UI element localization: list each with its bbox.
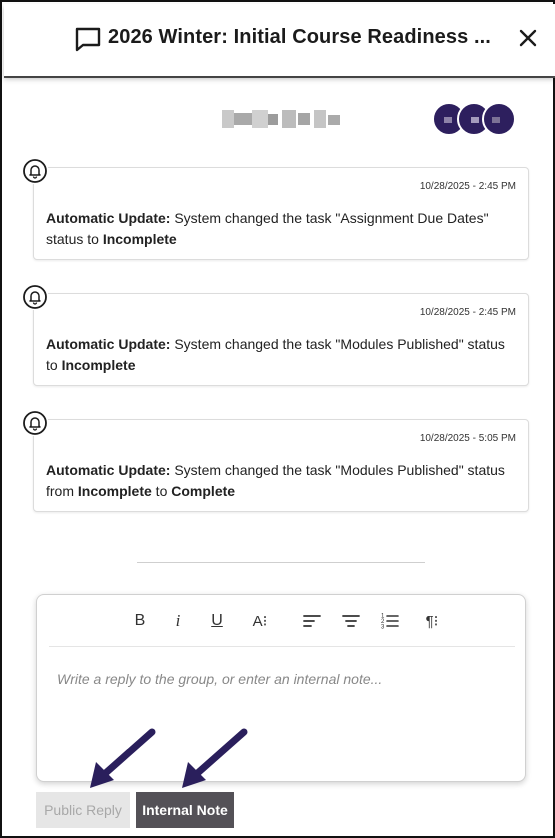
avatar[interactable] [482, 102, 516, 136]
activity-item: 10/28/2025 - 2:45 PM Automatic Update: S… [33, 293, 529, 386]
redacted-name [222, 110, 342, 128]
close-icon[interactable] [516, 26, 540, 50]
header-divider [4, 76, 555, 78]
activity-timestamp: 10/28/2025 - 2:45 PM [419, 181, 516, 192]
activity-timestamp: 10/28/2025 - 5:05 PM [419, 433, 516, 444]
bell-icon [22, 284, 48, 310]
bell-icon [22, 410, 48, 436]
numbered-list-icon[interactable]: 1 2 3 [378, 609, 402, 633]
font-size-button[interactable]: A⁝ [245, 609, 275, 633]
modal-title: 2026 Winter: Initial Course Readiness ..… [108, 26, 491, 48]
editor-toolbar: B i U A⁝ 1 2 3 ¶⁝ [37, 595, 525, 647]
italic-button[interactable]: i [166, 609, 190, 633]
bold-button[interactable]: B [128, 609, 152, 633]
annotation-arrow-icon [90, 728, 156, 788]
svg-text:3: 3 [381, 625, 385, 631]
annotation-arrow-icon [182, 728, 248, 788]
underline-button[interactable]: U [205, 609, 229, 633]
align-left-icon[interactable] [300, 609, 324, 633]
modal-header: 2026 Winter: Initial Course Readiness ..… [4, 4, 555, 76]
activity-message: Automatic Update: System changed the tas… [46, 210, 489, 247]
activity-item: 10/28/2025 - 5:05 PM Automatic Update: S… [33, 419, 529, 512]
section-divider [137, 562, 425, 563]
activity-message: Automatic Update: System changed the tas… [46, 336, 505, 373]
reply-input[interactable]: Write a reply to the group, or enter an … [57, 671, 382, 687]
chat-bubble-icon [75, 27, 101, 52]
participant-avatars [432, 102, 522, 138]
toolbar-divider [49, 646, 515, 647]
activity-item: 10/28/2025 - 2:45 PM Automatic Update: S… [33, 167, 529, 260]
public-reply-button[interactable]: Public Reply [36, 792, 130, 828]
paragraph-button[interactable]: ¶⁝ [418, 609, 446, 633]
activity-message: Automatic Update: System changed the tas… [46, 462, 505, 499]
bell-icon [22, 158, 48, 184]
activity-timestamp: 10/28/2025 - 2:45 PM [419, 307, 516, 318]
modal-frame: 2026 Winter: Initial Course Readiness ..… [0, 0, 555, 838]
align-center-icon[interactable] [339, 609, 363, 633]
internal-note-button[interactable]: Internal Note [136, 792, 234, 828]
